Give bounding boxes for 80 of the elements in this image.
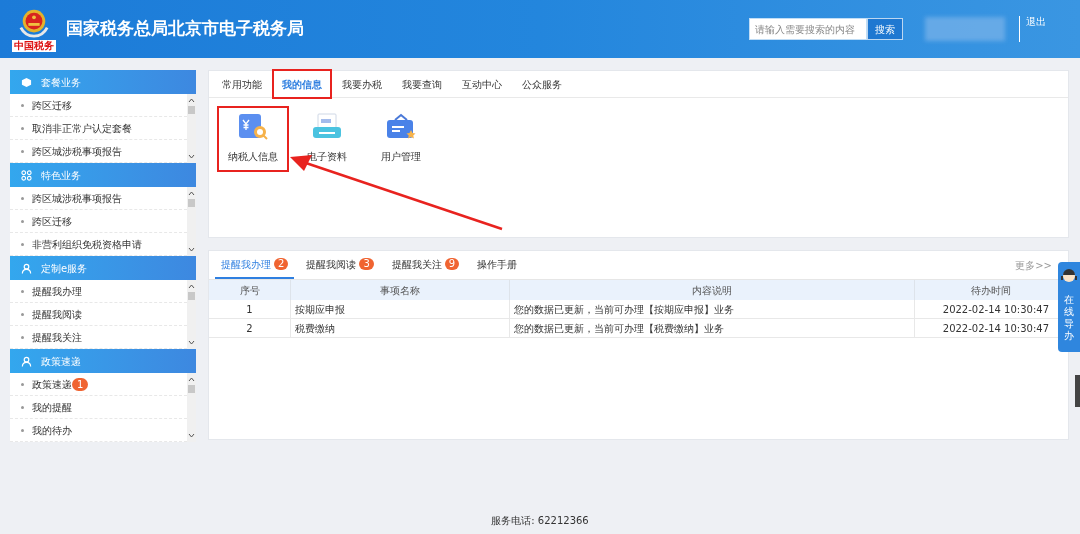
site-title[interactable]: 国家税务总局北京市电子税务局 [66,16,304,42]
panel-title: 政策速递 [41,354,81,369]
scroll-up-icon[interactable] [188,191,195,196]
scrollbar[interactable] [187,373,196,442]
cube-icon [21,76,32,88]
table-cell: 税费缴纳 [291,319,510,337]
logo-caption: 中国税务 [12,39,56,52]
bullet-icon [21,242,24,246]
function-tab[interactable]: 公众服务 [512,69,572,99]
search-button[interactable]: 搜索 [867,18,903,40]
column-header: 序号 [209,280,291,300]
function-tab[interactable]: 我要查询 [392,69,452,99]
function-tab[interactable]: 常用功能 [212,69,272,99]
sidebar-item[interactable]: 取消非正常户认定套餐 [32,120,132,136]
scroll-down-icon[interactable] [188,433,195,438]
scroll-thumb[interactable] [188,106,195,114]
function-tab[interactable]: 我的信息 [272,69,332,99]
count-badge: 3 [359,258,374,270]
reminder-tab[interactable]: 提醒我阅读 3 [300,251,380,279]
sidebar-item[interactable]: 跨区城涉税事项报告 [32,143,122,159]
bullet-icon [21,103,24,107]
count-badge: 9 [444,258,460,270]
divider-bar [1019,16,1020,42]
search-field[interactable]: 请输入需要搜索的内容 [749,18,867,40]
sidebar-item[interactable]: 非营利组织免税资格申请 [32,236,142,252]
scroll-down-icon[interactable] [188,340,195,345]
bullet-icon [21,312,24,316]
sidebar-item[interactable]: 我的提醒 [32,399,72,415]
function-tile[interactable]: 用户管理 [365,106,437,172]
bullet-icon [21,428,24,432]
sidebar-item[interactable]: 跨区迁移 [32,213,72,229]
receipt-magnifier-icon [237,112,269,142]
panel-title: 定制e服务 [41,261,88,276]
bullet-icon [21,335,24,339]
table-cell: 您的数据已更新，当前可办理【税费缴纳】业务 [510,319,915,337]
scroll-up-icon[interactable] [188,377,195,382]
sidebar-item[interactable]: 跨区城涉税事项报告 [32,190,122,206]
sidebar-item[interactable]: 提醒我关注 [32,329,82,345]
service-phone: 服务电话: 62212366 [490,514,590,528]
column-header: 事项名称 [291,280,510,300]
function-tab[interactable]: 互动中心 [452,69,512,99]
table-cell: 您的数据已更新，当前可办理【按期应申报】业务 [510,300,915,318]
scroll-down-icon[interactable] [188,154,195,159]
sidebar-item[interactable]: 跨区迁移 [32,97,72,113]
scroll-thumb[interactable] [188,199,195,207]
sidebar-item[interactable]: 政策速递 [32,376,72,392]
reminder-tab[interactable]: 操作手册 [471,251,524,279]
bullet-icon [21,405,24,409]
scroll-thumb[interactable] [188,385,195,393]
scrollbar[interactable] [187,187,196,256]
table-cell: 按期应申报 [291,300,510,318]
scrollbar[interactable] [187,280,196,349]
sidebar-item[interactable]: 提醒我办理 [32,283,82,299]
scroll-up-icon[interactable] [188,98,195,103]
user-icon [21,262,32,274]
scroll-up-icon[interactable] [188,284,195,289]
scrollbar[interactable] [187,94,196,163]
panel-title: 套餐业务 [41,75,81,90]
count-badge: 1 [72,377,89,391]
side-handle[interactable] [1075,375,1080,407]
panel-title: 特色业务 [41,168,81,183]
bullet-icon [21,196,24,200]
grid-icon [21,169,32,181]
function-tab[interactable]: 我要办税 [332,69,392,99]
sidebar-item[interactable]: 我的待办 [32,422,72,438]
user-icon [21,355,32,367]
bullet-icon [21,382,24,386]
bullet-icon [21,219,24,223]
scroll-down-icon[interactable] [188,247,195,252]
reminder-tab[interactable]: 提醒我关注 9 [385,251,466,279]
count-badge: 2 [274,258,289,270]
function-tile[interactable]: 纳税人信息 [217,106,289,172]
scroll-thumb[interactable] [188,292,195,300]
sidebar-item[interactable]: 提醒我阅读 [32,306,82,322]
table-cell: 2 [209,319,291,337]
bullet-icon [21,126,24,130]
table-cell: 1 [209,300,291,318]
column-header: 内容说明 [510,280,915,300]
bullet-icon [21,149,24,153]
bullet-icon [21,289,24,293]
